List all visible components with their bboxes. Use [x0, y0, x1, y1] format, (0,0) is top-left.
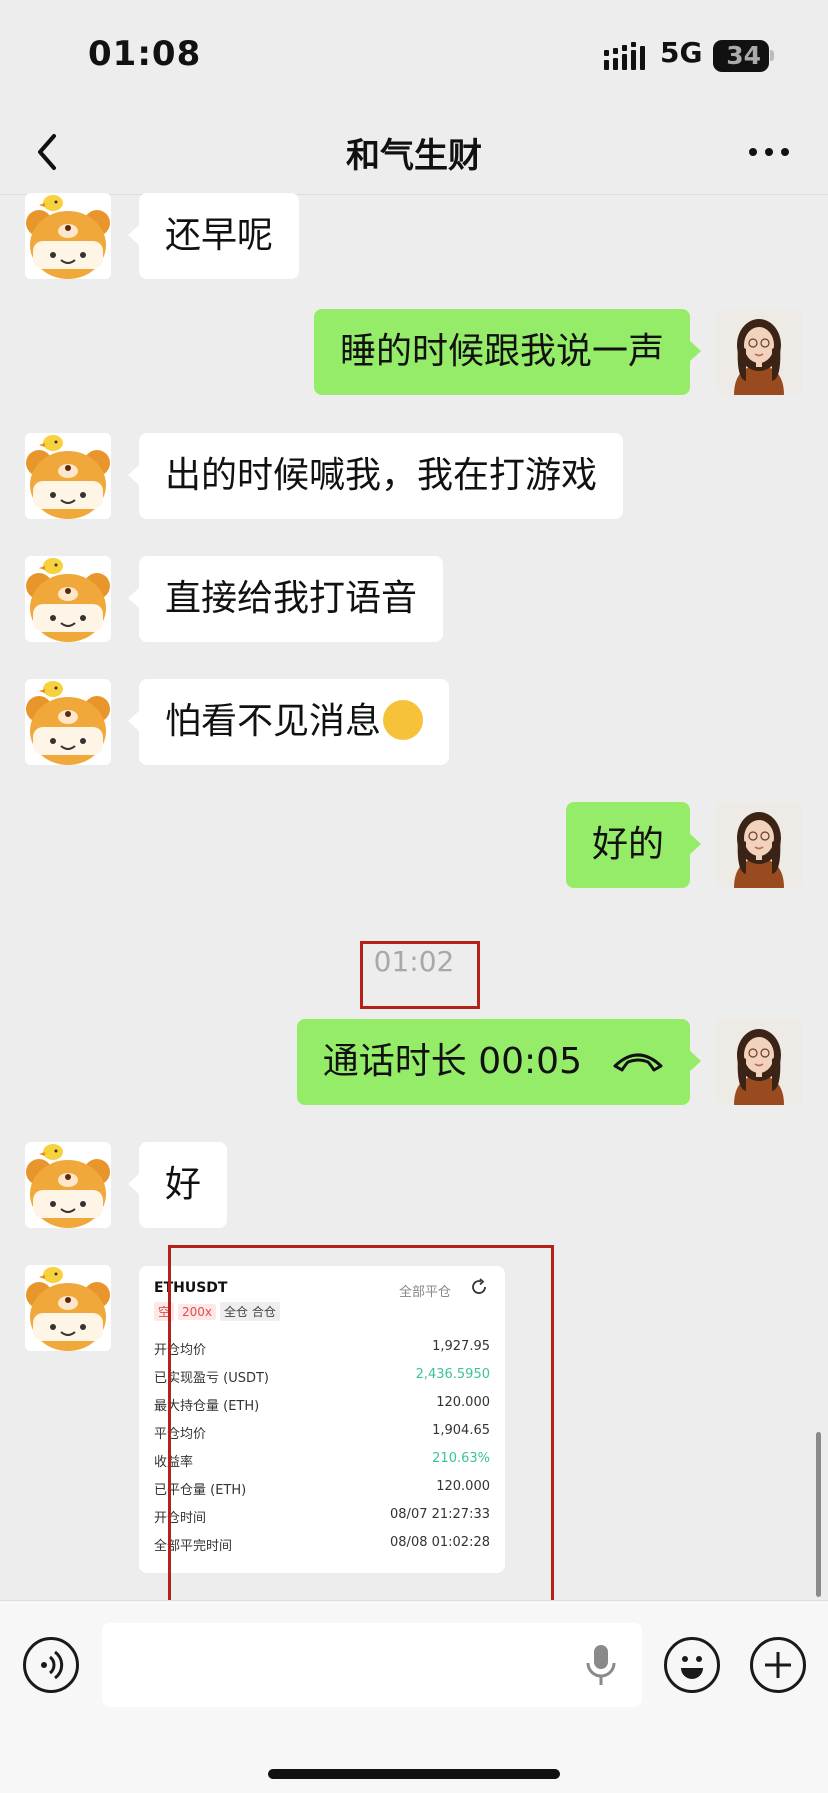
call-record-bubble[interactable]: 通话时长 00:05	[296, 1019, 702, 1105]
chat-title: 和气生财	[346, 136, 482, 176]
home-indicator[interactable]	[268, 1769, 560, 1779]
contact-avatar[interactable]	[25, 556, 111, 642]
scrollbar[interactable]	[816, 1432, 821, 1597]
microphone-icon[interactable]	[584, 1643, 618, 1687]
message-input[interactable]	[102, 1623, 642, 1707]
contact-avatar[interactable]	[25, 679, 111, 765]
my-avatar[interactable]	[716, 802, 802, 888]
highlight-box-trade	[168, 1245, 554, 1630]
more-functions-button[interactable]	[750, 1637, 806, 1693]
contact-avatar[interactable]	[25, 193, 111, 279]
message-bubble-received[interactable]: 直接给我打语音	[127, 556, 444, 642]
status-bar: 01:08 5G 34	[0, 0, 828, 110]
signal-icon	[604, 42, 645, 70]
voice-input-button[interactable]	[23, 1637, 79, 1693]
my-avatar[interactable]	[716, 1019, 802, 1105]
message-text: 怕看不见消息	[165, 701, 382, 742]
plus-icon	[765, 1652, 791, 1678]
battery-tip	[770, 50, 774, 61]
status-time: 01:08	[88, 34, 202, 74]
phone-hangup-icon	[613, 1053, 663, 1072]
message-bubble-received[interactable]: 怕看不见消息	[127, 679, 450, 765]
contact-avatar[interactable]	[25, 1265, 111, 1351]
contact-avatar[interactable]	[25, 433, 111, 519]
smiley-icon	[681, 1656, 703, 1679]
battery-icon: 34	[713, 40, 769, 72]
emoji-button[interactable]	[664, 1637, 720, 1693]
message-bubble-received[interactable]: 出的时候喊我，我在打游戏	[127, 433, 624, 519]
network-type: 5G	[660, 36, 703, 69]
message-bubble-sent[interactable]: 睡的时候跟我说一声	[313, 309, 702, 395]
voice-wave-icon	[41, 1650, 64, 1680]
peeking-face-emoji-icon	[383, 700, 424, 740]
message-bubble-sent[interactable]: 好的	[565, 802, 702, 888]
contact-avatar[interactable]	[25, 1142, 111, 1228]
more-options-icon[interactable]	[746, 134, 792, 170]
my-avatar[interactable]	[716, 309, 802, 395]
message-bubble-received[interactable]: 还早呢	[127, 193, 300, 279]
input-bar	[0, 1600, 828, 1793]
call-duration-text: 通话时长 00:05	[322, 1041, 582, 1082]
highlight-box-timestamp	[360, 941, 480, 1009]
chat-header: 和气生财	[0, 110, 828, 195]
message-bubble-received[interactable]: 好	[127, 1142, 228, 1228]
